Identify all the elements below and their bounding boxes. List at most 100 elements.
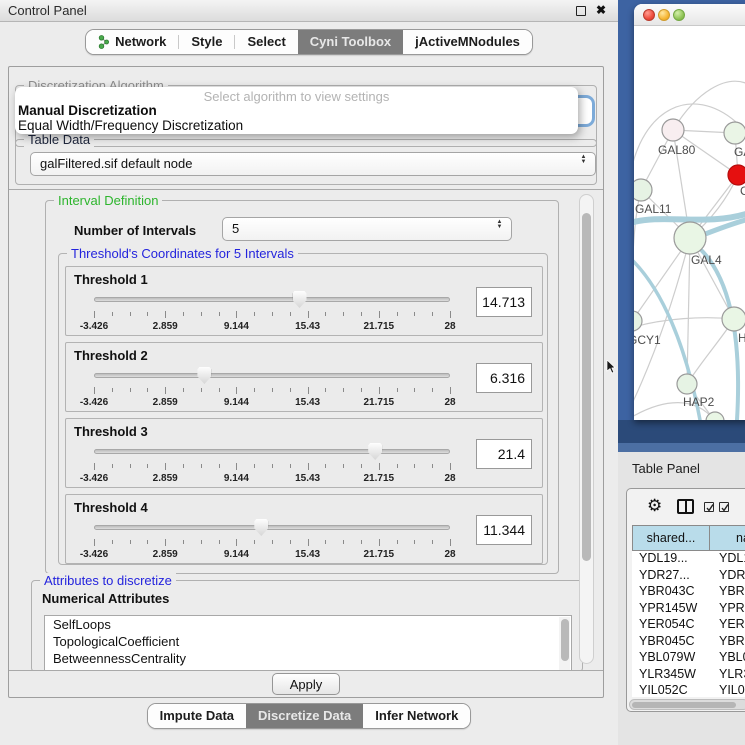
- columns-icon[interactable]: [677, 499, 694, 514]
- cell-name[interactable]: YDR2: [710, 568, 745, 585]
- tab-select[interactable]: Select: [235, 30, 297, 54]
- cell-shared-name[interactable]: YDR27...: [632, 568, 710, 585]
- column-header-name[interactable]: na: [710, 525, 745, 551]
- tab-jactivemnodules[interactable]: jActiveMNodules: [403, 30, 532, 54]
- tab-impute-data[interactable]: Impute Data: [148, 704, 246, 728]
- table-row[interactable]: YLR345WYLR3: [632, 667, 745, 684]
- tick-mark: [201, 464, 202, 468]
- threshold-4-slider[interactable]: -3.4262.8599.14415.4321.71528: [94, 519, 450, 563]
- group-title: Table Data: [24, 132, 94, 147]
- cell-shared-name[interactable]: YPR145W: [632, 601, 710, 618]
- number-of-intervals-combobox[interactable]: 5 ▲▼: [222, 217, 512, 241]
- dropdown-option-manual-discretization[interactable]: Manual Discretization: [18, 103, 157, 118]
- network-node-HAP2[interactable]: [677, 374, 697, 394]
- list-scrollbar[interactable]: [559, 617, 570, 671]
- cell-shared-name[interactable]: YBR045C: [632, 634, 710, 651]
- slider-thumb[interactable]: [254, 519, 268, 536]
- attribute-list-item[interactable]: BetweennessCentrality: [45, 650, 571, 667]
- slider-thumb[interactable]: [197, 367, 211, 384]
- cell-shared-name[interactable]: YBL079W: [632, 650, 710, 667]
- threshold-3-value-field[interactable]: 21.4: [476, 439, 532, 469]
- close-icon[interactable]: ✖: [596, 3, 606, 17]
- node-label-GAL80: GAL80: [658, 143, 696, 157]
- table-row[interactable]: YPR145WYPR1: [632, 601, 745, 618]
- panel-scrollbar[interactable]: [579, 194, 594, 664]
- cell-shared-name[interactable]: YBR043C: [632, 584, 710, 601]
- cell-shared-name[interactable]: YIL052C: [632, 683, 710, 697]
- node-label-H: H: [738, 331, 745, 345]
- table-row[interactable]: YIL052CYIL0: [632, 683, 745, 697]
- network-view-window[interactable]: GAL80GACGAL11GAL4GCY1HHAP2: [634, 4, 745, 420]
- network-node-GAL11[interactable]: [634, 179, 652, 201]
- table-row[interactable]: YDR27...YDR2: [632, 568, 745, 585]
- slider-ticks: [94, 463, 450, 472]
- tab-style[interactable]: Style: [179, 30, 234, 54]
- cell-name[interactable]: YLR3: [710, 667, 745, 684]
- node-label-red-node: C: [740, 184, 745, 198]
- numerical-attributes-list[interactable]: SelfLoopsTopologicalCoefficientBetweenne…: [44, 615, 572, 671]
- cell-name[interactable]: YDL1: [710, 551, 745, 568]
- close-traffic-light-icon[interactable]: [643, 9, 655, 21]
- table-horizontal-scrollbar[interactable]: [629, 699, 745, 710]
- desktop-shadow-strip: [618, 420, 745, 443]
- dropdown-hint: Select algorithm to view settings: [15, 89, 578, 104]
- network-node-red-node[interactable]: [728, 165, 745, 185]
- network-node-GCY1[interactable]: [634, 311, 642, 331]
- cell-name[interactable]: YBR0: [710, 584, 745, 601]
- threshold-2-slider[interactable]: -3.4262.8599.14415.4321.71528: [94, 367, 450, 411]
- cell-name[interactable]: YPR1: [710, 601, 745, 618]
- group-title: Threshold's Coordinates for 5 Intervals: [67, 246, 298, 261]
- cell-shared-name[interactable]: YLR345W: [632, 667, 710, 684]
- network-canvas[interactable]: GAL80GACGAL11GAL4GCY1HHAP2: [634, 26, 745, 420]
- cell-shared-name[interactable]: YDL19...: [632, 551, 710, 568]
- cell-name[interactable]: YIL0: [710, 683, 745, 697]
- table-data-selected-value: galFiltered.sif default node: [40, 156, 192, 171]
- threshold-3-slider[interactable]: -3.4262.8599.14415.4321.71528: [94, 443, 450, 487]
- threshold-1-value-field[interactable]: 14.713: [476, 287, 532, 317]
- checkbox-icon[interactable]: [704, 502, 714, 512]
- float-panel-icon[interactable]: [576, 6, 586, 16]
- network-node-H[interactable]: [722, 307, 745, 331]
- threshold-1-slider[interactable]: -3.4262.8599.14415.4321.71528: [94, 291, 450, 335]
- zoom-traffic-light-icon[interactable]: [673, 9, 685, 21]
- tick-mark: [112, 540, 113, 544]
- cell-name[interactable]: YBL0: [710, 650, 745, 667]
- table-row[interactable]: YBR045CYBR0: [632, 634, 745, 651]
- tab-discretize-data[interactable]: Discretize Data: [246, 704, 363, 728]
- slider-track[interactable]: [94, 373, 450, 378]
- threshold-2-value-field[interactable]: 6.316: [476, 363, 532, 393]
- slider-track[interactable]: [94, 449, 450, 454]
- stepper-arrows-icon[interactable]: ▲▼: [495, 220, 504, 230]
- stepper-arrows-icon[interactable]: ▲▼: [579, 155, 588, 165]
- network-node-GAL80[interactable]: [662, 119, 684, 141]
- table-row[interactable]: YBL079WYBL0: [632, 650, 745, 667]
- slider-track[interactable]: [94, 297, 450, 302]
- table-row[interactable]: YBR043CYBR0: [632, 584, 745, 601]
- tab-network[interactable]: Network: [86, 30, 178, 54]
- network-node-GA[interactable]: [724, 122, 745, 144]
- apply-button[interactable]: Apply: [272, 673, 340, 695]
- threshold-4-value-field[interactable]: 11.344: [476, 515, 532, 545]
- checkbox-icon[interactable]: [719, 502, 729, 512]
- table-row[interactable]: YER054CYER0: [632, 617, 745, 634]
- tab-infer-network[interactable]: Infer Network: [363, 704, 470, 728]
- column-header-shared-name[interactable]: shared...: [632, 525, 710, 551]
- slider-thumb[interactable]: [293, 291, 307, 308]
- gear-icon[interactable]: ⚙: [647, 496, 662, 516]
- cell-shared-name[interactable]: YER054C: [632, 617, 710, 634]
- minimize-traffic-light-icon[interactable]: [658, 9, 670, 21]
- slider-scale-labels: -3.4262.8599.14415.4321.71528: [94, 473, 450, 485]
- network-node-GAL4[interactable]: [674, 222, 706, 254]
- network-window-titlebar[interactable]: [634, 4, 745, 26]
- table-data-combobox[interactable]: galFiltered.sif default node ▲▼: [30, 152, 596, 176]
- attribute-list-item[interactable]: TopologicalCoefficient: [45, 633, 571, 650]
- node-label-GAL11: GAL11: [635, 202, 672, 216]
- cell-name[interactable]: YBR0: [710, 634, 745, 651]
- slider-thumb[interactable]: [368, 443, 382, 460]
- dropdown-option-equal-width-frequency[interactable]: Equal Width/Frequency Discretization: [18, 118, 243, 133]
- slider-track[interactable]: [94, 525, 450, 530]
- tab-cyni-toolbox[interactable]: Cyni Toolbox: [298, 30, 403, 54]
- attribute-list-item[interactable]: SelfLoops: [45, 616, 571, 633]
- cell-name[interactable]: YER0: [710, 617, 745, 634]
- table-row[interactable]: YDL19...YDL1: [632, 551, 745, 568]
